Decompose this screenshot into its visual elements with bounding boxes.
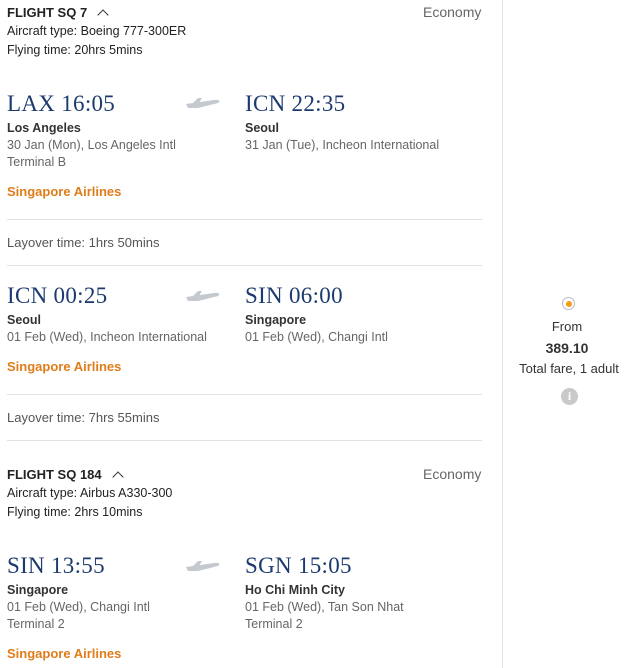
arrival-time: SIN 06:00 (245, 283, 343, 308)
airline-name: Singapore Airlines (7, 646, 122, 661)
fare-note: Total fare, 1 adult (519, 361, 619, 376)
divider (7, 394, 482, 395)
departure-terminal: Terminal 2 (7, 617, 65, 631)
fare-from-label: From (551, 319, 583, 334)
arrival-detail: 31 Jan (Tue), Incheon International (245, 138, 440, 152)
arrival-city: Singapore (245, 313, 307, 327)
departure-time: ICN 00:25 (7, 283, 108, 308)
plane-icon (186, 561, 220, 571)
airline-name: Singapore Airlines (7, 184, 122, 199)
arrival-time: ICN 22:35 (245, 91, 346, 116)
departure-time: LAX 16:05 (7, 91, 116, 116)
chevron-up-icon[interactable] (97, 8, 109, 21)
arrival-detail: 01 Feb (Wed), Changi Intl (245, 330, 388, 344)
arrival-city: Ho Chi Minh City (245, 583, 345, 597)
arrival-terminal: Terminal 2 (245, 617, 303, 631)
layover-time: Layover time: 7hrs 55mins (7, 410, 160, 425)
departure-detail: 01 Feb (Wed), Changi Intl (7, 600, 150, 614)
flight-number: FLIGHT SQ 7 (7, 5, 88, 20)
fare-select-radio[interactable] (562, 297, 575, 310)
departure-detail: 30 Jan (Mon), Los Angeles Intl (7, 138, 176, 152)
departure-city: Los Angeles (7, 121, 81, 135)
arrival-time: SGN 15:05 (245, 553, 352, 578)
arrival-city: Seoul (245, 121, 280, 135)
arrival-detail: 01 Feb (Wed), Tan Son Nhat (245, 600, 404, 614)
aircraft-type: Aircraft type: Boeing 777-300ER (7, 24, 187, 38)
cabin-class: Economy (423, 466, 482, 482)
flight-header-sq7[interactable]: FLIGHT SQ 7 (7, 5, 109, 21)
aircraft-type: Aircraft type: Airbus A330-300 (7, 486, 173, 500)
column-divider (502, 0, 503, 668)
departure-city: Singapore (7, 583, 69, 597)
airline-name: Singapore Airlines (7, 359, 122, 374)
plane-icon (186, 98, 220, 108)
chevron-up-icon[interactable] (111, 470, 124, 483)
divider (7, 265, 482, 266)
fare-amount: 389.10 (545, 340, 589, 356)
plane-icon (186, 291, 220, 301)
departure-detail: 01 Feb (Wed), Incheon International (7, 330, 207, 344)
cabin-class: Economy (423, 4, 482, 20)
divider (7, 440, 482, 441)
flying-time: Flying time: 2hrs 10mins (7, 505, 143, 519)
divider (7, 219, 482, 220)
departure-city: Seoul (7, 313, 42, 327)
layover-time: Layover time: 1hrs 50mins (7, 235, 160, 250)
departure-terminal: Terminal B (7, 155, 67, 169)
flying-time: Flying time: 20hrs 5mins (7, 43, 143, 57)
flight-number: FLIGHT SQ 184 (7, 467, 102, 482)
flight-header-sq184[interactable]: FLIGHT SQ 184 (7, 467, 124, 483)
info-icon[interactable]: i (561, 388, 578, 405)
departure-time: SIN 13:55 (7, 553, 105, 578)
